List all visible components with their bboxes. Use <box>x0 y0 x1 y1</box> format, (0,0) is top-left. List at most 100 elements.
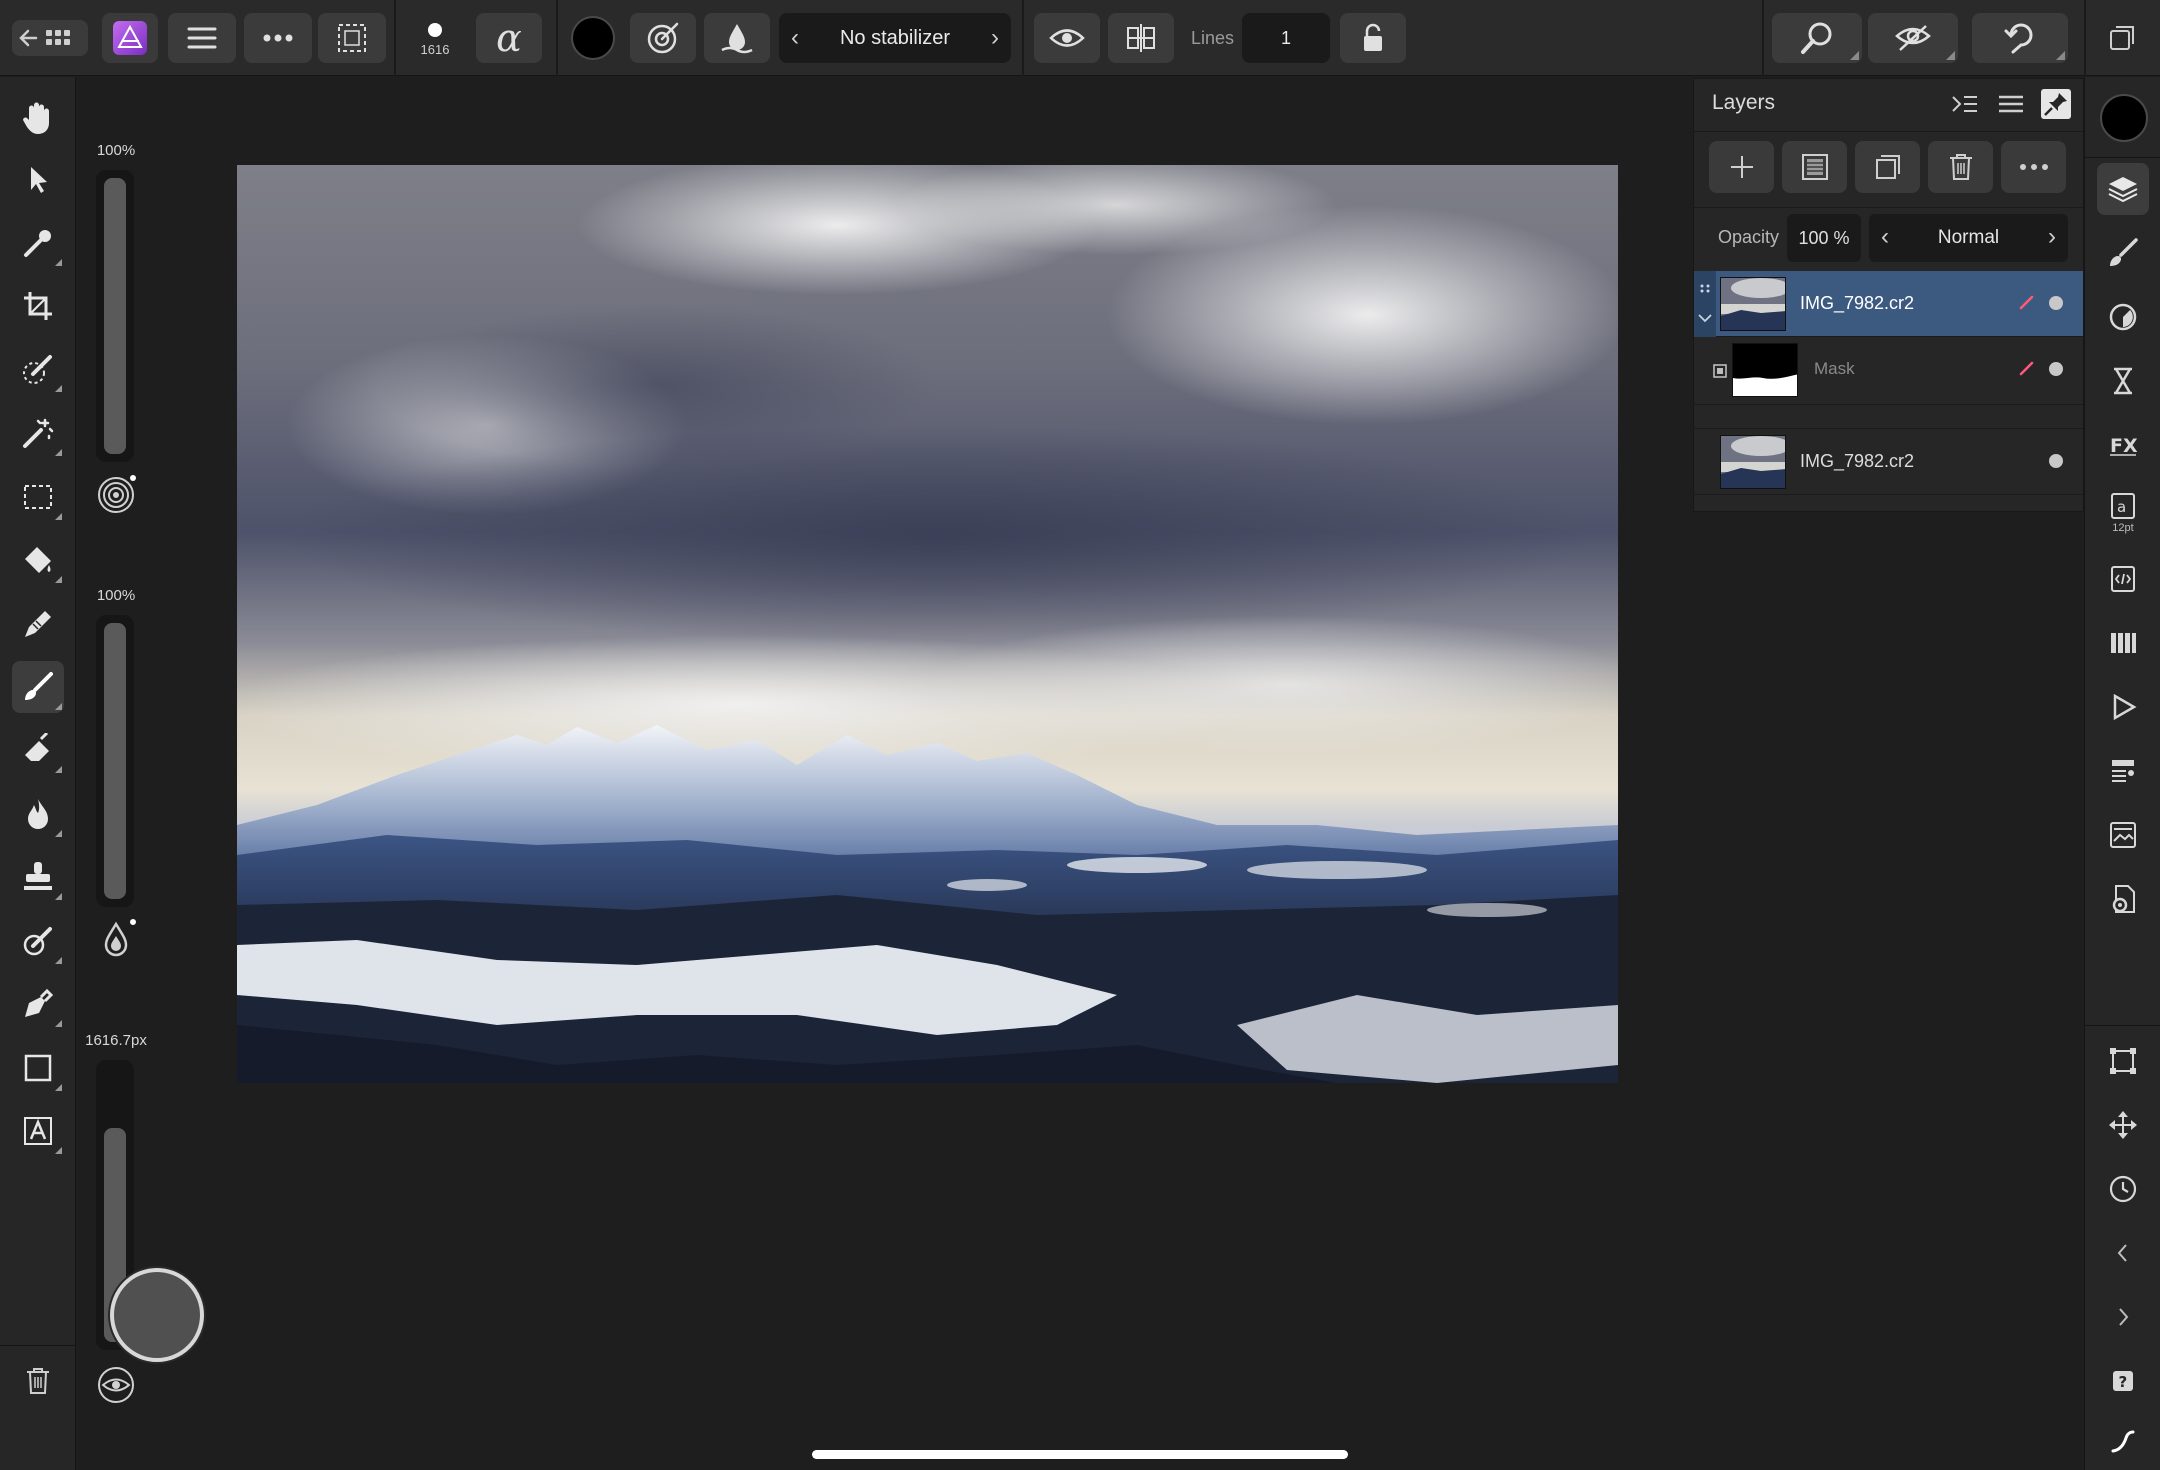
selection-brush-tool[interactable] <box>12 343 64 395</box>
visibility-dot-icon[interactable] <box>2048 361 2064 377</box>
blend-mode-prev-button[interactable]: ‹ <box>1881 223 1889 251</box>
adjustments-studio-button[interactable] <box>2097 291 2149 343</box>
flood-select-tool[interactable] <box>12 407 64 459</box>
history-studio-button[interactable] <box>2097 1163 2149 1215</box>
visibility-dot-icon[interactable] <box>2048 295 2064 311</box>
stabilizer-prev-button[interactable]: ‹ <box>791 24 799 52</box>
macros-studio-button[interactable] <box>2097 553 2149 605</box>
stabilizer-selector[interactable]: ‹ No stabilizer › <box>779 13 1011 63</box>
quick-menu-knob[interactable] <box>110 1268 204 1362</box>
fx-studio-button[interactable]: FX <box>2097 419 2149 471</box>
text-styles-studio-button[interactable]: a 12pt <box>2097 483 2149 543</box>
navigator-studio-button[interactable] <box>2097 745 2149 797</box>
delete-tool-button[interactable] <box>12 1355 64 1407</box>
channels-studio-button[interactable] <box>2097 617 2149 669</box>
lines-input[interactable]: 1 <box>1242 13 1330 63</box>
layer-row[interactable]: IMG_7982.cr2 <box>1694 271 2083 337</box>
wet-edges-button[interactable] <box>630 13 696 63</box>
top-toolbar: 1616 α ‹ No stabilizer › Lines 1 <box>0 0 2160 76</box>
brushes-studio-button[interactable] <box>2097 227 2149 279</box>
hardness-button[interactable] <box>96 475 136 515</box>
flood-fill-tool[interactable] <box>12 534 64 586</box>
move-tool[interactable] <box>12 153 64 205</box>
brush-size-button[interactable]: 1616 <box>404 13 466 63</box>
live-filters-studio-button[interactable] <box>2097 355 2149 407</box>
document-button[interactable] <box>2104 22 2140 54</box>
pixel-tool[interactable] <box>12 598 64 650</box>
delete-layer-button[interactable] <box>1928 141 1993 193</box>
eyedropper-icon <box>24 230 51 257</box>
layer-options-button[interactable] <box>2001 141 2066 193</box>
visibility-dot-icon[interactable] <box>2048 453 2064 469</box>
mask-link-icon <box>1713 364 1727 378</box>
alpha-lock-button[interactable]: α <box>476 13 542 63</box>
move-pan-studio-button[interactable] <box>2097 1099 2149 1151</box>
transform-studio-button[interactable] <box>2097 1035 2149 1087</box>
blend-mode-button[interactable] <box>704 13 770 63</box>
collapse-panel-button[interactable] <box>1950 89 1980 119</box>
layer-drag-handle[interactable] <box>1694 271 1716 337</box>
document-canvas[interactable] <box>237 165 1618 1083</box>
view-mode-button[interactable] <box>1034 13 1100 63</box>
dodge-brush-tool[interactable] <box>12 788 64 840</box>
layers-studio-button[interactable] <box>2097 163 2149 215</box>
fx-icon: FX <box>2110 435 2138 457</box>
flow-slider[interactable] <box>96 615 134 907</box>
retouch-tool[interactable] <box>12 915 64 967</box>
erase-brush-tool[interactable] <box>12 724 64 776</box>
pin-icon <box>2044 93 2067 116</box>
pin-panel-button[interactable] <box>2041 89 2071 119</box>
paint-brush-tool[interactable] <box>12 661 64 713</box>
magic-wand-icon <box>23 418 54 448</box>
text-tool[interactable] <box>12 1105 64 1157</box>
layer-opacity-input[interactable]: 100 % <box>1787 214 1861 262</box>
next-button[interactable] <box>2097 1291 2149 1343</box>
force-pressure-button[interactable] <box>96 1365 136 1405</box>
layer-thumbnail <box>1720 277 1786 331</box>
color-well-button[interactable] <box>2099 93 2149 143</box>
previous-button[interactable] <box>2097 1227 2149 1279</box>
marquee-tool[interactable] <box>12 471 64 523</box>
duplicate-layer-button[interactable] <box>1855 141 1920 193</box>
color-picker-tool[interactable] <box>12 217 64 269</box>
panel-menu-button[interactable] <box>1996 89 2026 119</box>
add-layer-button[interactable] <box>1709 141 1774 193</box>
undo-button[interactable] <box>1972 13 2068 63</box>
help-button[interactable]: ? <box>2097 1355 2149 1407</box>
clone-brush-tool[interactable] <box>12 851 64 903</box>
menu-button[interactable] <box>168 13 236 63</box>
wet-mode-button[interactable] <box>96 918 136 962</box>
view-tool[interactable] <box>12 92 64 144</box>
back-to-gallery-button[interactable] <box>12 20 88 56</box>
document-settings-studio-button[interactable] <box>2097 873 2149 925</box>
selection-button[interactable] <box>318 13 386 63</box>
pencil-gesture-button[interactable] <box>2097 1415 2149 1467</box>
blend-mode-selector[interactable]: ‹ Normal › <box>1869 214 2068 262</box>
blend-mode-next-button[interactable]: › <box>2048 223 2056 251</box>
history-play-studio-button[interactable] <box>2097 681 2149 733</box>
layer-row[interactable]: IMG_7982.cr2 <box>1694 429 2083 495</box>
flow-slider-label: 100% <box>96 587 136 604</box>
hide-ui-button[interactable] <box>1868 13 1958 63</box>
pen-tool[interactable] <box>12 978 64 1030</box>
stock-studio-button[interactable] <box>2097 809 2149 861</box>
stabilizer-next-button[interactable]: › <box>991 24 999 52</box>
lines-value: 1 <box>1280 27 1291 48</box>
more-options-button[interactable] <box>244 13 312 63</box>
shape-tool[interactable] <box>12 1042 64 1094</box>
symmetry-button[interactable] <box>1108 13 1174 63</box>
zoom-button[interactable] <box>1772 13 1862 63</box>
color-swatch-button[interactable] <box>566 13 620 63</box>
paint-brush-icon <box>25 672 53 700</box>
grid-back-icon <box>19 29 70 47</box>
lock-button[interactable] <box>1340 13 1406 63</box>
opacity-slider[interactable] <box>96 170 134 462</box>
crop-tool[interactable] <box>12 280 64 332</box>
symmetry-icon <box>1127 24 1155 52</box>
hand-icon <box>23 102 49 134</box>
layer-name: IMG_7982.cr2 <box>1800 293 1915 313</box>
ellipsis-icon <box>263 34 293 42</box>
layer-row[interactable]: Mask <box>1694 337 2083 405</box>
app-logo-button[interactable] <box>102 13 158 63</box>
add-mask-button[interactable] <box>1782 141 1847 193</box>
